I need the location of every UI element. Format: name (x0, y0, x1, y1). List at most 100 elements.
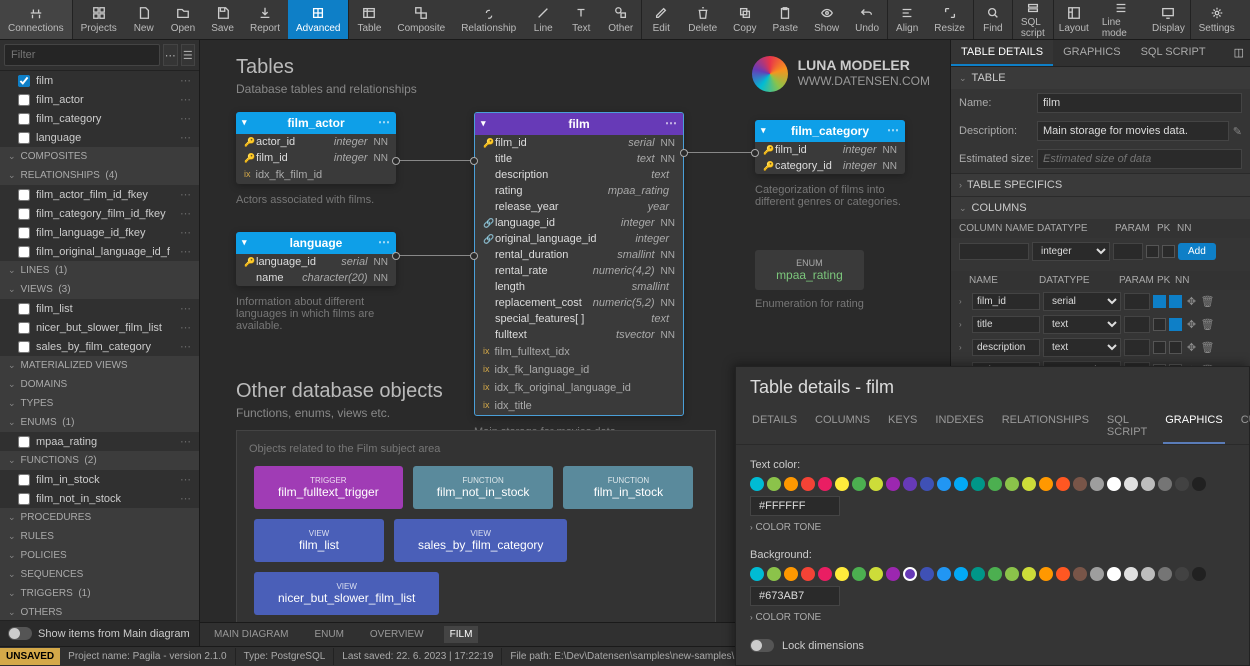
color-swatch[interactable] (1141, 477, 1155, 491)
tree-table-film_category[interactable]: film_category⋯ (0, 109, 199, 128)
tree-section-functions[interactable]: ⌄FUNCTIONS (2) (0, 451, 199, 470)
pk-checkbox[interactable] (1153, 295, 1166, 308)
tree-item[interactable]: mpaa_rating⋯ (0, 432, 199, 451)
color-swatch[interactable] (1073, 567, 1087, 581)
sql-script-button[interactable]: SQL script (1013, 0, 1053, 39)
color-swatch[interactable] (852, 477, 866, 491)
resize-button[interactable]: Resize (926, 0, 973, 39)
fp-tab-relationships[interactable]: RELATIONSHIPS (1000, 408, 1091, 444)
move-icon[interactable]: ✥ (1185, 318, 1198, 331)
text-color-input[interactable] (750, 496, 840, 516)
color-swatch[interactable] (954, 567, 968, 581)
color-swatch[interactable] (937, 567, 951, 581)
pk-checkbox[interactable] (1153, 341, 1166, 354)
panel-tab-table-details[interactable]: TABLE DETAILS (951, 40, 1053, 66)
tree-item[interactable]: film_list⋯ (0, 299, 199, 318)
color-swatch[interactable] (750, 477, 764, 491)
tree-item[interactable]: nicer_but_slower_film_list⋯ (0, 318, 199, 337)
undo-button[interactable]: Undo (847, 0, 887, 39)
tree-section-lines[interactable]: ⌄LINES (1) (0, 261, 199, 280)
tree-section-others[interactable]: ⌄OTHERS (0, 603, 199, 620)
edit-button[interactable]: Edit (642, 0, 680, 39)
delete-icon[interactable]: 🗑 (1201, 341, 1214, 354)
color-swatch[interactable] (954, 477, 968, 491)
nn-checkbox[interactable] (1169, 295, 1182, 308)
filter-input[interactable] (4, 44, 160, 66)
edit-icon[interactable]: ✎ (1233, 125, 1242, 138)
tree-section-materialized-views[interactable]: ⌄MATERIALIZED VIEWS (0, 356, 199, 375)
display-button[interactable]: Display (1147, 0, 1189, 39)
est-size-input[interactable] (1037, 149, 1242, 169)
color-swatch[interactable] (750, 567, 764, 581)
account-button[interactable]: Account (1243, 0, 1250, 39)
fp-tab-graphics[interactable]: GRAPHICS (1163, 408, 1224, 444)
tree-section-sequences[interactable]: ⌄SEQUENCES (0, 565, 199, 584)
color-swatch[interactable] (920, 567, 934, 581)
fp-tab-sql script[interactable]: SQL SCRIPT (1105, 408, 1149, 444)
delete-icon[interactable]: 🗑 (1201, 318, 1214, 331)
color-swatch[interactable] (767, 567, 781, 581)
color-swatch[interactable] (818, 567, 832, 581)
new-col-nn[interactable] (1162, 245, 1175, 258)
new-col-param[interactable] (1113, 243, 1143, 260)
color-swatch[interactable] (1056, 477, 1070, 491)
color-swatch[interactable] (1090, 567, 1104, 581)
new-button[interactable]: New (125, 0, 163, 39)
composite-button[interactable]: Composite (389, 0, 453, 39)
color-swatch[interactable] (1090, 477, 1104, 491)
tree-section-triggers[interactable]: ⌄TRIGGERS (1) (0, 584, 199, 603)
table-film_category[interactable]: ▾film_category⋯🔑film_idintegerNN🔑categor… (755, 120, 905, 174)
nn-checkbox[interactable] (1169, 341, 1182, 354)
color-swatch[interactable] (1192, 477, 1206, 491)
color-swatch[interactable] (784, 567, 798, 581)
bottom-tab-main-diagram[interactable]: MAIN DIAGRAM (208, 626, 294, 643)
color-swatch[interactable] (1039, 477, 1053, 491)
pk-checkbox[interactable] (1153, 318, 1166, 331)
color-swatch[interactable] (971, 477, 985, 491)
other-button[interactable]: Other (600, 0, 641, 39)
open-button[interactable]: Open (163, 0, 203, 39)
connections-button[interactable]: Connections (0, 0, 72, 39)
table-desc-input[interactable] (1037, 121, 1229, 141)
find-button[interactable]: Find (974, 0, 1012, 39)
bottom-tab-enum[interactable]: ENUM (308, 626, 349, 643)
move-icon[interactable]: ✥ (1185, 295, 1198, 308)
color-swatch[interactable] (1022, 567, 1036, 581)
color-swatch[interactable] (1005, 567, 1019, 581)
layout-button[interactable]: Layout (1054, 0, 1094, 39)
color-swatch[interactable] (1175, 567, 1189, 581)
show-main-toggle[interactable] (8, 627, 32, 640)
tree-table-language[interactable]: language⋯ (0, 128, 199, 147)
bg-color-input[interactable] (750, 586, 840, 606)
color-swatch[interactable] (1124, 477, 1138, 491)
object-chip[interactable]: FUNCTIONfilm_not_in_stock (413, 466, 554, 509)
color-swatch[interactable] (920, 477, 934, 491)
object-chip[interactable]: TRIGGERfilm_fulltext_trigger (254, 466, 403, 509)
tree-section-policies[interactable]: ⌄POLICIES (0, 546, 199, 565)
tree-section-domains[interactable]: ⌄DOMAINS (0, 375, 199, 394)
color-swatch[interactable] (971, 567, 985, 581)
color-swatch[interactable] (1056, 567, 1070, 581)
move-icon[interactable]: ✥ (1185, 341, 1198, 354)
save-button[interactable]: Save (203, 0, 242, 39)
color-swatch[interactable] (1141, 567, 1155, 581)
fp-tab-indexes[interactable]: INDEXES (933, 408, 985, 444)
color-swatch[interactable] (784, 477, 798, 491)
color-swatch[interactable] (1175, 477, 1189, 491)
advanced-button[interactable]: Advanced (288, 0, 348, 39)
tree-table-film[interactable]: film⋯ (0, 71, 199, 90)
tree-section-composites[interactable]: ⌄COMPOSITES (0, 147, 199, 166)
color-swatch[interactable] (818, 477, 832, 491)
text-button[interactable]: Text (562, 0, 600, 39)
filter-collapse-button[interactable]: ☰ (181, 44, 196, 66)
bottom-tab-film[interactable]: FILM (444, 626, 479, 643)
projects-button[interactable]: Projects (73, 0, 125, 39)
color-swatch[interactable] (835, 567, 849, 581)
tree-item[interactable]: sales_by_film_category⋯ (0, 337, 199, 356)
specifics-section[interactable]: ›TABLE SPECIFICS (951, 174, 1250, 196)
fp-tab-details[interactable]: DETAILS (750, 408, 799, 444)
color-swatch[interactable] (988, 477, 1002, 491)
object-chip[interactable]: VIEWsales_by_film_category (394, 519, 567, 562)
fp-tab-keys[interactable]: KEYS (886, 408, 919, 444)
lock-dimensions-toggle[interactable] (750, 639, 774, 652)
